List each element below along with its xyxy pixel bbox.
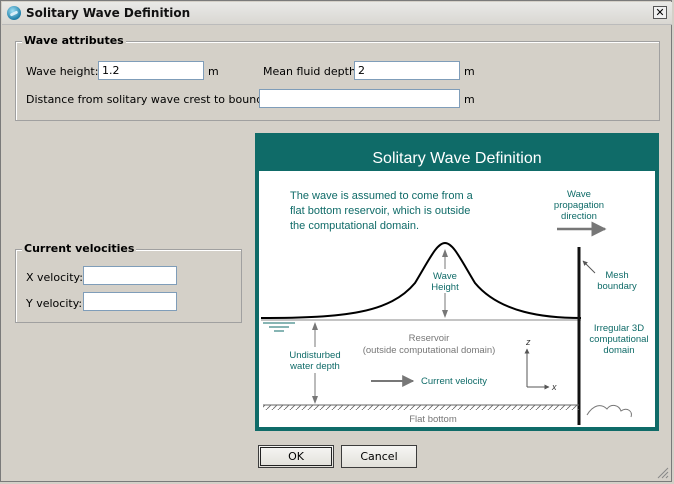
wave-attributes-legend: Wave attributes [22,34,126,47]
undisturbed-label-2: water depth [289,361,340,372]
x-velocity-input[interactable] [83,266,177,285]
diagram-title: Solitary Wave Definition [372,150,541,167]
undisturbed-label-1: Undisturbed [289,350,340,361]
distance-unit: m [464,93,475,106]
intro-line-2: flat bottom reservoir, which is outside [290,205,470,217]
wave-height-label-1: Wave [433,271,457,282]
x-axis-label: x [551,382,557,392]
irregular-label-1: Irregular 3D [594,323,644,334]
wave-height-input[interactable] [98,61,204,80]
mean-depth-label: Mean fluid depth: [263,65,360,78]
dialog-window: Solitary Wave Definition ✕ Wave attribut… [0,0,672,482]
cancel-button[interactable]: Cancel [341,445,417,468]
y-velocity-input[interactable] [83,292,177,311]
flat-bottom-label: Flat bottom [409,414,457,425]
current-velocities-group: Current velocities [15,242,242,323]
reservoir-label-1: Reservoir [409,333,450,344]
flat-bottom-hatch [263,405,579,410]
intro-line-3: the computational domain. [290,220,419,232]
window-title: Solitary Wave Definition [26,6,191,20]
irregular-label-3: domain [603,345,634,356]
resize-grip-icon[interactable] [657,467,669,479]
mean-depth-input[interactable] [354,61,460,80]
close-button[interactable]: ✕ [653,6,667,19]
current-velocities-legend: Current velocities [22,242,137,255]
wave-height-unit: m [208,65,219,78]
app-globe-icon [7,6,21,20]
distance-label: Distance from solitary wave crest to bou… [26,93,284,106]
title-bar: Solitary Wave Definition ✕ [2,2,672,25]
current-velocity-label: Current velocity [421,376,487,387]
propagation-label-1: Wave [567,189,591,200]
propagation-label-2: propagation [554,200,604,211]
x-velocity-label: X velocity: [26,271,83,284]
distance-input[interactable] [259,89,460,108]
reservoir-label-2: (outside computational domain) [363,345,496,356]
mean-depth-unit: m [464,65,475,78]
wave-height-label-2: Height [431,282,459,293]
propagation-label-3: direction [561,211,597,222]
ok-button[interactable]: OK [258,445,334,468]
mesh-label-2: boundary [597,281,637,292]
y-velocity-label: Y velocity: [26,297,83,310]
intro-line-1: The wave is assumed to come from a [290,190,474,202]
wave-attributes-group: Wave attributes [15,34,660,121]
z-axis-label: z [525,337,531,347]
mesh-label-1: Mesh [605,270,628,281]
wave-height-label: Wave height: [26,65,99,78]
irregular-label-2: computational [589,334,648,345]
solitary-wave-diagram: Solitary Wave Definition The wave is ass… [255,133,659,431]
